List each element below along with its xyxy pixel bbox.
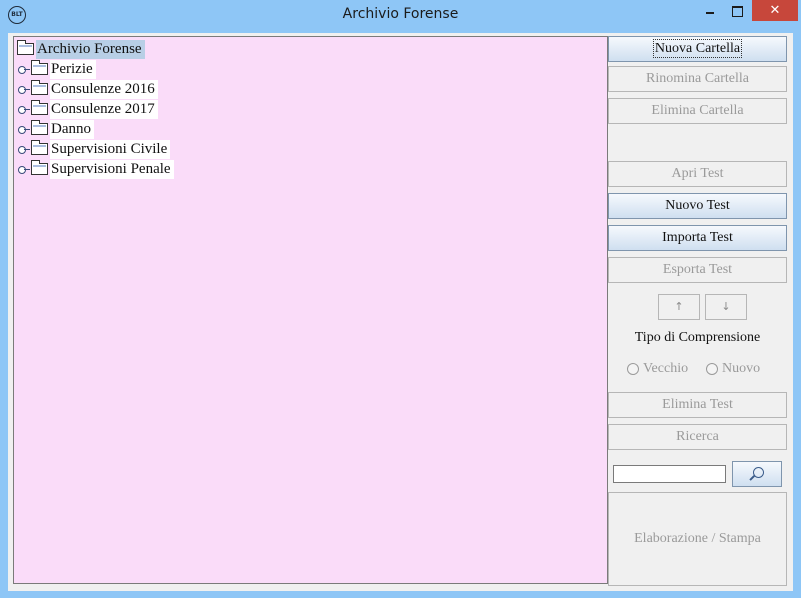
rinomina-cartella-button[interactable]: Rinomina Cartella bbox=[608, 66, 787, 92]
folder-icon bbox=[17, 40, 34, 55]
tree-item-danno[interactable]: Danno bbox=[18, 119, 94, 139]
folder-icon bbox=[31, 80, 48, 95]
folder-tree[interactable]: Archivio Forense Perizie Consulenze 2016… bbox=[13, 36, 608, 584]
button-label: Elimina Test bbox=[662, 397, 733, 412]
apri-test-button[interactable]: Apri Test bbox=[608, 161, 787, 187]
search-input[interactable] bbox=[613, 465, 726, 483]
button-label: Importa Test bbox=[662, 230, 733, 245]
button-label: Nuova Cartella bbox=[652, 39, 743, 58]
main-panel: Archivio Forense Perizie Consulenze 2016… bbox=[8, 33, 793, 591]
tree-node-label: Consulenze 2017 bbox=[50, 99, 158, 119]
tree-handle-icon[interactable] bbox=[18, 124, 30, 134]
radio-nuovo[interactable]: Nuovo bbox=[706, 361, 760, 377]
elimina-cartella-button[interactable]: Elimina Cartella bbox=[608, 98, 787, 124]
tree-node-label: Supervisioni Penale bbox=[50, 159, 174, 179]
tree-node-label: Perizie bbox=[50, 59, 96, 79]
maximize-button[interactable] bbox=[724, 0, 750, 21]
elaborazione-stampa-button[interactable]: Elaborazione / Stampa bbox=[608, 492, 787, 586]
tree-handle-icon[interactable] bbox=[18, 104, 30, 114]
tree-node-label: Danno bbox=[50, 119, 94, 139]
button-label: Nuovo Test bbox=[665, 198, 730, 213]
move-up-button[interactable]: ↑ bbox=[658, 294, 700, 320]
close-button[interactable]: ✕ bbox=[752, 0, 798, 21]
tree-item-consulenze-2016[interactable]: Consulenze 2016 bbox=[18, 79, 158, 99]
folder-icon bbox=[31, 100, 48, 115]
folder-icon bbox=[31, 140, 48, 155]
window-title: Archivio Forense bbox=[342, 6, 459, 22]
arrow-down-icon: ↓ bbox=[721, 300, 731, 313]
esporta-test-button[interactable]: Esporta Test bbox=[608, 257, 787, 283]
search-button[interactable] bbox=[732, 461, 782, 487]
tree-node-label: Archivio Forense bbox=[36, 39, 145, 59]
tree-node-label: Supervisioni Civile bbox=[50, 139, 171, 159]
tipo-comprensione-label: Tipo di Comprensione bbox=[634, 330, 761, 345]
tree-item-supervisioni-penale[interactable]: Supervisioni Penale bbox=[18, 159, 174, 179]
radio-label: Vecchio bbox=[643, 361, 689, 376]
button-label: Apri Test bbox=[671, 166, 724, 181]
nuova-cartella-button[interactable]: Nuova Cartella bbox=[608, 36, 787, 62]
folder-icon bbox=[31, 160, 48, 175]
elimina-test-button[interactable]: Elimina Test bbox=[608, 392, 787, 418]
title-bar[interactable]: BLT Archivio Forense ✕ bbox=[0, 0, 801, 32]
search-icon bbox=[753, 467, 764, 478]
nuovo-test-button[interactable]: Nuovo Test bbox=[608, 193, 787, 219]
folder-icon bbox=[31, 60, 48, 75]
minimize-button[interactable] bbox=[696, 0, 724, 21]
arrow-up-icon: ↑ bbox=[674, 300, 684, 313]
button-label: Rinomina Cartella bbox=[645, 71, 750, 86]
radio-circle-icon bbox=[706, 363, 718, 375]
tree-handle-icon[interactable] bbox=[18, 64, 30, 74]
button-label: Elaborazione / Stampa bbox=[634, 531, 761, 546]
tree-node-label: Consulenze 2016 bbox=[50, 79, 158, 99]
button-label: Ricerca bbox=[676, 429, 719, 444]
radio-circle-icon bbox=[627, 363, 639, 375]
move-down-button[interactable]: ↓ bbox=[705, 294, 747, 320]
tree-item-supervisioni-civile[interactable]: Supervisioni Civile bbox=[18, 139, 171, 159]
tree-root-node[interactable]: Archivio Forense bbox=[17, 39, 145, 59]
radio-label: Nuovo bbox=[722, 361, 761, 376]
button-label: Esporta Test bbox=[662, 262, 733, 277]
ricerca-button[interactable]: Ricerca bbox=[608, 424, 787, 450]
tree-handle-icon[interactable] bbox=[18, 144, 30, 154]
tree-item-consulenze-2017[interactable]: Consulenze 2017 bbox=[18, 99, 158, 119]
radio-vecchio[interactable]: Vecchio bbox=[627, 361, 688, 377]
tree-handle-icon[interactable] bbox=[18, 164, 30, 174]
tree-item-perizie[interactable]: Perizie bbox=[18, 59, 96, 79]
importa-test-button[interactable]: Importa Test bbox=[608, 225, 787, 251]
folder-icon bbox=[31, 120, 48, 135]
tree-handle-icon[interactable] bbox=[18, 84, 30, 94]
button-label: Elimina Cartella bbox=[651, 103, 744, 118]
